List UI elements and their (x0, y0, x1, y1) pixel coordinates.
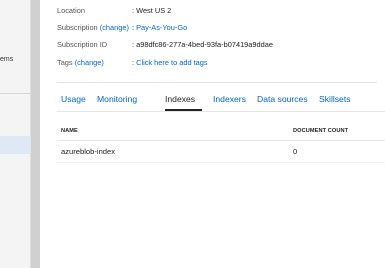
tags-change-link[interactable]: (change) (75, 58, 104, 67)
subscription-id-value: : a98dfc86-277a-4bed-93fa-b07419a9ddae (132, 40, 273, 49)
nav-item-selected[interactable] (0, 136, 31, 154)
tags-label-group: Tags (change) (57, 58, 104, 68)
tab-usage[interactable]: Usage (61, 94, 86, 104)
index-row-document-count: 0 (293, 147, 298, 156)
add-tags-link[interactable]: Click here to add tags (136, 58, 207, 67)
tab-skillsets[interactable]: Skillsets (319, 94, 351, 104)
nav-separator (0, 93, 31, 94)
subscription-value-group: : Pay-As-You-Go (132, 23, 188, 32)
subscription-label: Subscription (57, 23, 98, 32)
search-service-panel: Location : West US 2 Subscription (chang… (40, 0, 385, 268)
subscription-value-link[interactable]: Pay-As-You-Go (136, 23, 187, 32)
table-row-border (57, 162, 385, 163)
location-label: Location (57, 6, 85, 15)
table-header-border (57, 140, 385, 141)
location-value: : West US 2 (132, 6, 172, 15)
column-header-name[interactable]: NAME (61, 128, 78, 134)
index-row-name[interactable]: azureblob-index (61, 147, 115, 156)
tab-bar-border (57, 111, 385, 112)
tab-data-sources[interactable]: Data sources (257, 94, 308, 104)
tab-indexes[interactable]: Indexes (165, 94, 195, 104)
tab-indexers[interactable]: Indexers (213, 94, 246, 104)
subscription-id-label: Subscription ID (57, 40, 108, 49)
section-divider (57, 82, 377, 83)
left-navigation-strip: ems (0, 0, 31, 268)
nav-item-fragment[interactable]: ems (0, 56, 13, 63)
column-header-document-count[interactable]: DOCUMENT COUNT (293, 128, 348, 134)
subscription-change-link[interactable]: (change) (100, 23, 129, 32)
tags-label: Tags (57, 58, 73, 67)
tags-value-group: : Click here to add tags (132, 58, 208, 67)
tab-monitoring[interactable]: Monitoring (97, 94, 137, 104)
subscription-label-group: Subscription (change) (57, 23, 129, 33)
panel-divider (31, 0, 40, 268)
